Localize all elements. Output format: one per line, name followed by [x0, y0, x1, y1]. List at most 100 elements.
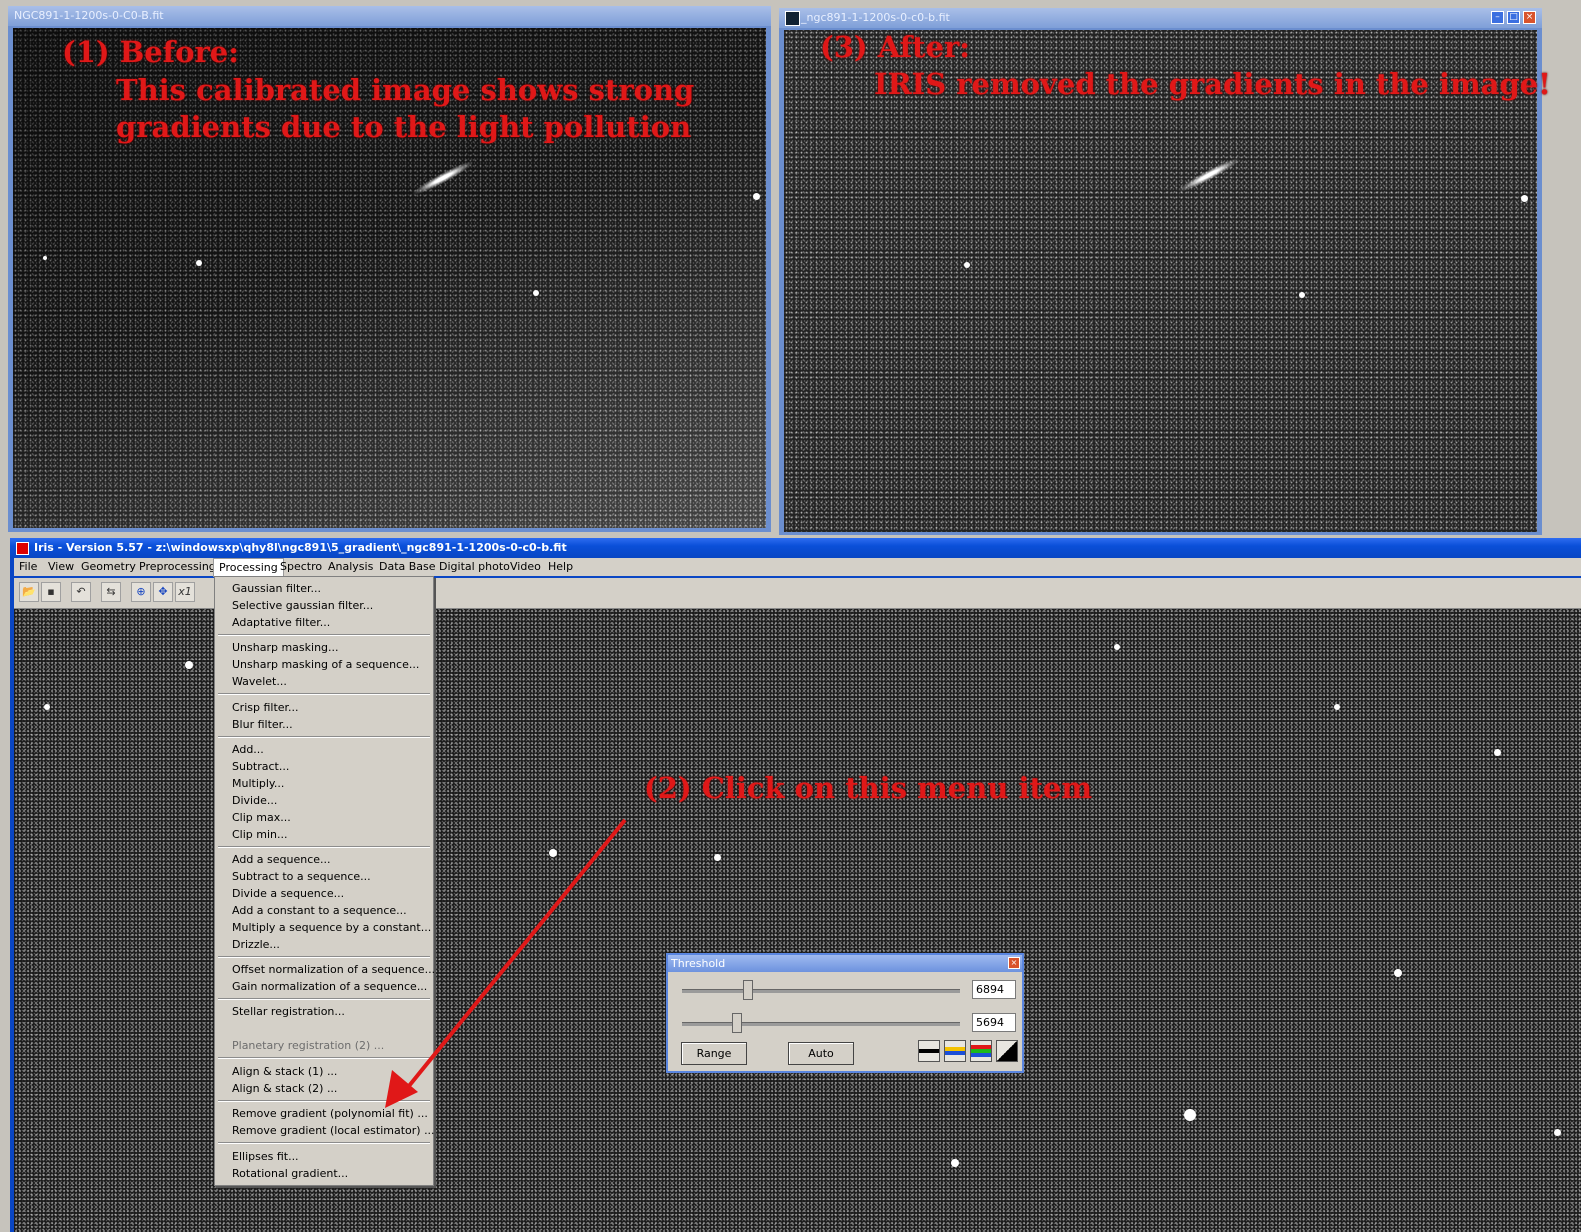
low-slider-track[interactable] — [682, 1022, 960, 1026]
star — [1494, 749, 1501, 756]
menu-gaussian-filter[interactable]: Gaussian filter... — [232, 580, 321, 597]
menu-offset-normalization[interactable]: Offset normalization of a sequence... — [232, 961, 435, 978]
menu-clip-min[interactable]: Clip min... — [232, 826, 288, 843]
after-image[interactable] — [784, 30, 1537, 532]
menu-preprocessing[interactable]: Preprocessing — [134, 558, 221, 576]
after-label: (3) After: — [820, 30, 971, 64]
menu-blur-filter[interactable]: Blur filter... — [232, 716, 293, 733]
menu-separator — [218, 998, 430, 1000]
menu-geometry[interactable]: Geometry — [76, 558, 141, 576]
menu-digital-photo[interactable]: Digital photo — [434, 558, 515, 576]
menu-divide[interactable]: Divide... — [232, 792, 277, 809]
menu-align-stack-2[interactable]: Align & stack (2) ... — [232, 1080, 337, 1097]
menu-file[interactable]: File — [14, 558, 42, 576]
low-threshold-field[interactable]: 5694 — [972, 1013, 1016, 1032]
menu-wavelet[interactable]: Wavelet... — [232, 673, 287, 690]
threshold-title[interactable]: Threshold — [668, 955, 1022, 972]
high-slider-track[interactable] — [682, 989, 960, 993]
menu-spectro[interactable]: Spectro — [275, 558, 327, 576]
galaxy-ngc891 — [1175, 154, 1243, 196]
menu-remove-gradient-local[interactable]: Remove gradient (local estimator) ... — [232, 1122, 435, 1139]
swap-icon[interactable]: ⇆ — [101, 582, 121, 602]
menu-processing[interactable]: Processing — [213, 558, 284, 577]
low-slider-thumb[interactable] — [732, 1013, 743, 1033]
star — [1394, 969, 1402, 977]
star — [533, 290, 539, 296]
menu-stellar-registration[interactable]: Stellar registration... — [232, 1003, 345, 1020]
range-button[interactable]: Range — [681, 1042, 747, 1065]
menu-clip-max[interactable]: Clip max... — [232, 809, 291, 826]
move-icon[interactable]: ✥ — [153, 582, 173, 602]
menu-gain-normalization[interactable]: Gain normalization of a sequence... — [232, 978, 427, 995]
auto-button[interactable]: Auto — [788, 1042, 854, 1065]
menu-unsharp-masking[interactable]: Unsharp masking... — [232, 639, 339, 656]
threshold-dialog: Threshold × 6894 5694 Range Auto — [666, 953, 1024, 1073]
before-label: (1) Before: — [62, 35, 239, 69]
color-palette-icon[interactable] — [944, 1040, 966, 1062]
undo-icon[interactable]: ↶ — [71, 582, 91, 602]
menu-analysis[interactable]: Analysis — [323, 558, 378, 576]
star — [43, 256, 47, 260]
high-threshold-field[interactable]: 6894 — [972, 980, 1016, 999]
menu-crisp-filter[interactable]: Crisp filter... — [232, 699, 299, 716]
iris-title[interactable]: Iris - Version 5.57 - z:\windowsxp\qhy8l… — [10, 538, 1581, 558]
star — [1184, 1109, 1196, 1121]
menu-separator — [218, 1142, 430, 1144]
close-icon[interactable]: × — [1008, 957, 1020, 969]
star — [1114, 644, 1120, 650]
before-window-title[interactable]: NGC891-1-1200s-0-C0-B.fit — [8, 6, 771, 26]
negative-palette-icon[interactable] — [996, 1040, 1018, 1062]
menu-multiply-sequence-constant[interactable]: Multiply a sequence by a constant... — [232, 919, 431, 936]
star — [1554, 1129, 1561, 1136]
menu-help[interactable]: Help — [543, 558, 578, 576]
star — [44, 704, 50, 710]
click-instruction: (2) Click on this menu item — [644, 771, 1093, 805]
menu-unsharp-masking-sequence[interactable]: Unsharp masking of a sequence... — [232, 656, 419, 673]
menu-planetary-registration-2[interactable]: Planetary registration (2) ... — [232, 1037, 384, 1054]
menu-selective-gaussian-filter[interactable]: Selective gaussian filter... — [232, 597, 373, 614]
grayscale-palette-icon[interactable] — [918, 1040, 940, 1062]
menu-multiply[interactable]: Multiply... — [232, 775, 284, 792]
menu-bar: File View Geometry Preprocessing Process… — [14, 558, 1581, 577]
menu-adaptative-filter[interactable]: Adaptative filter... — [232, 614, 330, 631]
menu-align-stack-1[interactable]: Align & stack (1) ... — [232, 1063, 337, 1080]
before-description-line2: gradients due to the light pollution — [116, 110, 692, 144]
menu-divide-sequence[interactable]: Divide a sequence... — [232, 885, 344, 902]
menu-separator — [218, 1100, 430, 1102]
menu-separator — [218, 634, 430, 636]
menu-separator — [218, 956, 430, 958]
menu-subtract-sequence[interactable]: Subtract to a sequence... — [232, 868, 371, 885]
iris-app-icon — [16, 542, 29, 555]
menu-separator — [218, 846, 430, 848]
menu-separator — [218, 736, 430, 738]
menu-add[interactable]: Add... — [232, 741, 264, 758]
open-folder-icon[interactable]: 📂 — [19, 582, 39, 602]
save-disk-icon[interactable]: ▪ — [41, 582, 61, 602]
menu-video[interactable]: Video — [505, 558, 546, 576]
menu-view[interactable]: View — [43, 558, 79, 576]
star — [714, 854, 721, 861]
zoom-1x-button[interactable]: x1 — [175, 582, 195, 602]
menu-drizzle[interactable]: Drizzle... — [232, 936, 280, 953]
menu-remove-gradient-polynomial[interactable]: Remove gradient (polynomial fit) ... — [232, 1105, 428, 1122]
menu-add-sequence[interactable]: Add a sequence... — [232, 851, 331, 868]
menu-separator — [218, 693, 430, 695]
after-title-text: _ngc891-1-1200s-0-c0-b.fit — [801, 11, 950, 24]
menu-add-constant-sequence[interactable]: Add a constant to a sequence... — [232, 902, 407, 919]
after-window-title[interactable]: _ngc891-1-1200s-0-c0-b.fit — [779, 8, 1542, 28]
close-icon[interactable]: × — [1523, 11, 1536, 24]
star — [185, 661, 193, 669]
high-slider-thumb[interactable] — [743, 980, 754, 1000]
menu-subtract[interactable]: Subtract... — [232, 758, 289, 775]
maximize-icon[interactable]: □ — [1507, 11, 1520, 24]
minimize-icon[interactable]: – — [1491, 11, 1504, 24]
menu-database[interactable]: Data Base — [374, 558, 441, 576]
zoom-fit-icon[interactable]: ⊕ — [131, 582, 151, 602]
rainbow-palette-icon[interactable] — [970, 1040, 992, 1062]
iris-title-text: Iris - Version 5.57 - z:\windowsxp\qhy8l… — [34, 541, 567, 554]
menu-separator — [218, 1057, 430, 1059]
star — [1334, 704, 1340, 710]
menu-ellipses-fit[interactable]: Ellipses fit... — [232, 1148, 299, 1165]
menu-rotational-gradient[interactable]: Rotational gradient... — [232, 1165, 348, 1182]
iris-document-icon — [785, 11, 800, 26]
